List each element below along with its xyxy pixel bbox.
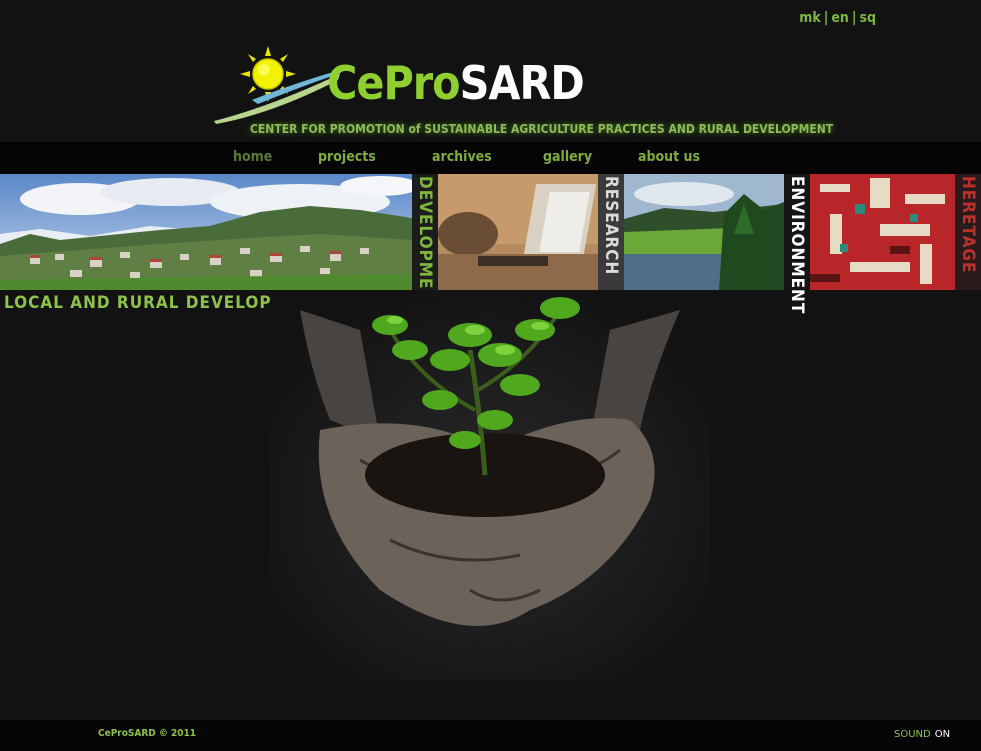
- environment-label[interactable]: ENVIRONMENT: [784, 174, 810, 314]
- heretage-text: HERETAGE: [958, 176, 978, 274]
- research-label[interactable]: RESEARCH: [598, 174, 624, 290]
- nav-projects[interactable]: projects: [318, 149, 376, 165]
- brand-name: CeProSARD: [327, 60, 585, 106]
- heretage-label[interactable]: HERETAGE: [955, 174, 981, 290]
- sound-label: SOUND: [894, 729, 931, 740]
- development-label[interactable]: DEVELOPMENT: [412, 174, 438, 315]
- lang-sq-link[interactable]: sq: [859, 10, 876, 26]
- heritage-carpet-image[interactable]: [810, 174, 955, 290]
- footer: CeProSARD © 2011 SOUND ON: [0, 720, 981, 751]
- brand-cepro: CePro: [327, 56, 461, 110]
- tagline: CENTER FOR PROMOTION of SUSTAINABLE AGRI…: [250, 122, 834, 136]
- environment-image[interactable]: [624, 174, 784, 290]
- sound-toggle[interactable]: SOUND ON: [894, 729, 950, 740]
- brand-sard: SARD: [459, 56, 585, 110]
- research-image[interactable]: [438, 174, 598, 290]
- category-banner: DEVELOPMENT RESEARCH ENVIRONMENT HERETAG…: [0, 174, 981, 315]
- lang-mk-link[interactable]: mk: [799, 10, 821, 26]
- lang-en-link[interactable]: en: [831, 10, 849, 26]
- village-landscape-image[interactable]: [0, 174, 412, 290]
- site-logo[interactable]: CeProSARD CENTER FOR PROMOTION of SUSTAI…: [212, 38, 833, 138]
- hands-plant-image: [270, 290, 710, 680]
- nav-home[interactable]: home: [233, 149, 272, 165]
- swoosh-graphic: [214, 70, 340, 124]
- environment-text: ENVIRONMENT: [787, 176, 807, 315]
- research-text: RESEARCH: [601, 176, 621, 276]
- sound-on-button[interactable]: ON: [935, 729, 950, 740]
- nav-archives[interactable]: archives: [432, 149, 492, 165]
- copyright: CeProSARD © 2011: [98, 728, 197, 739]
- lang-separator: |: [851, 10, 857, 26]
- nav-about[interactable]: about us: [638, 149, 700, 165]
- language-switcher: mk | en | sq: [799, 10, 876, 26]
- main-nav: home projects archives gallery about us: [0, 142, 981, 174]
- nav-gallery[interactable]: gallery: [543, 149, 592, 165]
- lang-separator: |: [823, 10, 829, 26]
